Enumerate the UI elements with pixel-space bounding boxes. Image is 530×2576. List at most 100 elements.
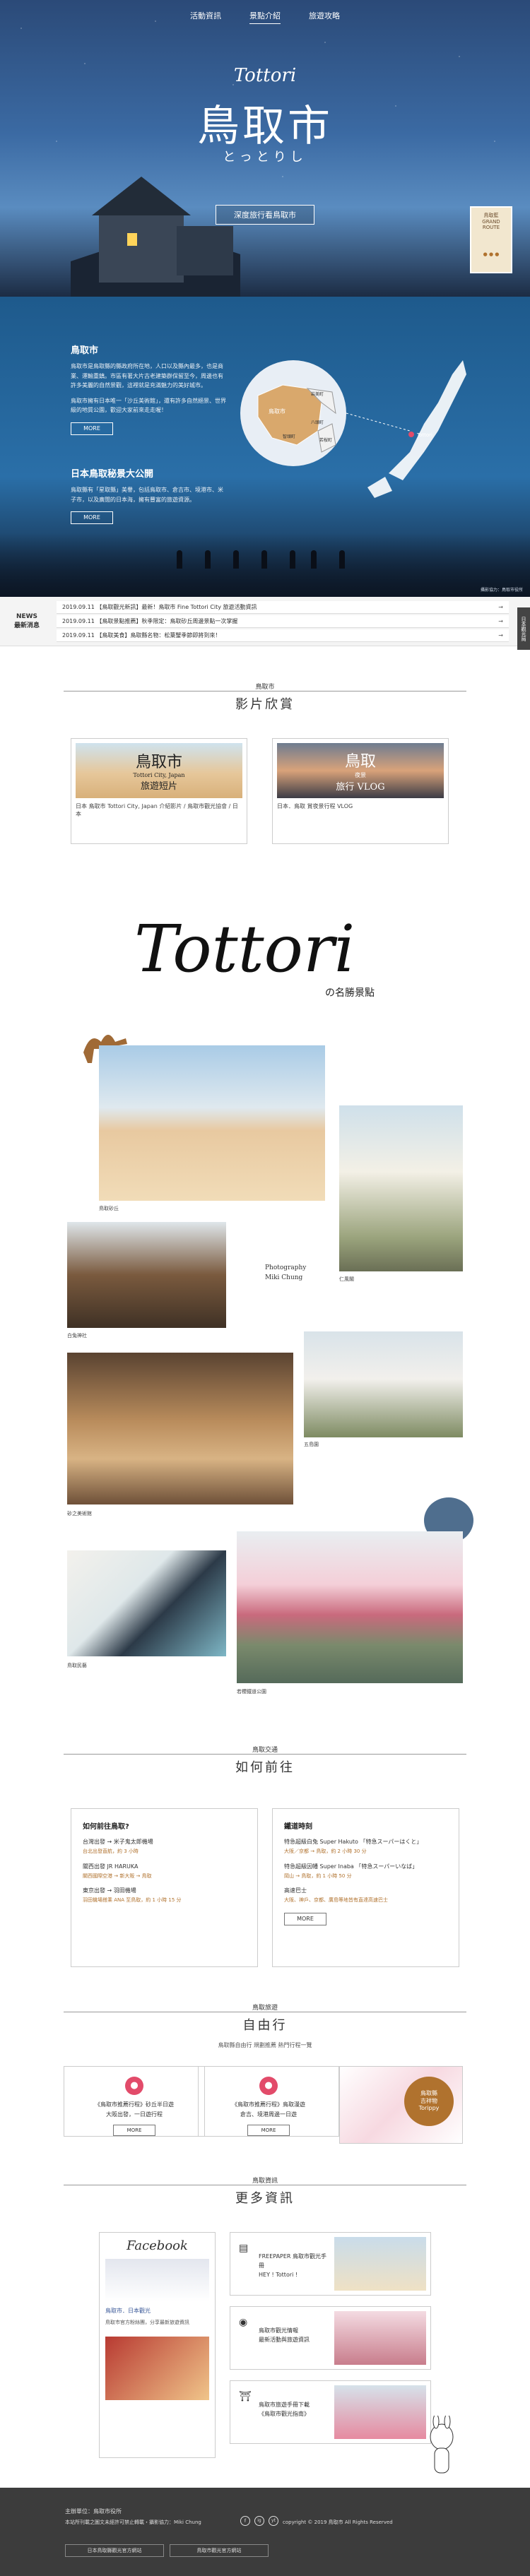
news-row[interactable]: 2019.09.11 【鳥取景點推薦】秋季限定：鳥取砂丘周邊景點一次掌握 → (57, 615, 509, 628)
video-thumb[interactable]: 鳥取市 Tottori City, Japan 旅遊短片 (76, 743, 242, 798)
instagram-icon[interactable]: ig (254, 2516, 264, 2526)
video-heading: 鳥取市 影片欣賞 (64, 678, 466, 713)
map-label-1: 岩美町 (311, 391, 324, 397)
news-row-text: 2019.09.11 【鳥取觀光新訊】最新！鳥取市 Fine Tottori C… (62, 604, 257, 610)
photo-label: 五島園 (304, 1442, 319, 1447)
intro-block-secret: 日本鳥取秘景大公開 鳥取縣有「星取縣」美譽，包括鳥取市、倉吉市、境港市、米子市，… (71, 466, 226, 525)
footer-link-pref[interactable]: 日本鳥取縣觀光官方網站 (65, 2544, 164, 2557)
photo-sand-museum[interactable] (67, 1353, 293, 1504)
video-thumb-tag: 旅遊短片 (140, 781, 177, 792)
facebook-page-name[interactable]: 鳥取市．日本觀光 (100, 2307, 215, 2315)
info-card[interactable]: ⛩ 鳥取市旅遊手冊下載 《鳥取市觀光指南》 (230, 2380, 431, 2444)
video-heading-small: 鳥取市 (249, 682, 281, 691)
info-card[interactable]: ◉ 鳥取市觀光情報 最新活動與旅遊資訊 (230, 2306, 431, 2370)
spots-script-title: Tottori (134, 911, 355, 987)
intro-text-city: 鳥取市是鳥取縣的縣政府所在地，人口以及縣內最多，也是商業、運輸重鎮。市區有著大片… (71, 363, 223, 389)
intro-title-secret: 日本鳥取秘景大公開 (71, 469, 154, 480)
tottori-map: 鳥取市 岩美町 八頭町 若桜町 智頭町 Tottori (240, 360, 466, 498)
nav-item-spots[interactable]: 景點介紹 (249, 10, 281, 24)
nav-item-guide[interactable]: 旅遊攻略 (309, 10, 340, 24)
intro-more-button-2[interactable]: MORE (71, 511, 113, 525)
intro-title-city: 鳥取市 (71, 345, 99, 356)
access-heading-small: 鳥取交通 (246, 1745, 283, 1754)
video-caption: 日本．鳥取 賞夜景行程 VLOG (277, 803, 353, 809)
info-card-text: FREEPAPER 鳥取市觀光手冊 HEY ! Tottori ! (259, 2253, 327, 2278)
social-links: f ig yt (240, 2516, 278, 2526)
access-more-button[interactable]: MORE (284, 1912, 326, 1925)
info-card[interactable]: ▤ FREEPAPER 鳥取市觀光手冊 HEY ! Tottori ! (230, 2232, 431, 2296)
youtube-icon[interactable]: yt (269, 2516, 278, 2526)
tour-card[interactable]: ● 《鳥取市推薦行程》鳥取漫遊 倉吉、境港周邊一日遊 MORE (198, 2066, 339, 2137)
pin-icon: ● (125, 2077, 143, 2095)
photo-label: 若櫻鐵道公園 (237, 1689, 266, 1694)
access-item: 特急超級白兔 Super Hakuto 「特急スーパーはくと」 (284, 1839, 423, 1845)
access-route-title: 如何前往鳥取? (83, 1823, 129, 1831)
video-thumb-sub: Tottori City, Japan (133, 772, 185, 778)
info-heading: 鳥取資訊 更多資訊 (64, 2172, 466, 2207)
logo-jp: 鳥取市 (197, 102, 333, 151)
camera-icon: ◉ (239, 2317, 248, 2328)
photo-sand-dunes[interactable] (99, 1045, 325, 1201)
access-item: 關西出發 JR HARUKA (83, 1863, 139, 1870)
spots-title: の名勝景點 (325, 987, 375, 999)
tour-card-sub: 大阪出發，一日遊行程 (106, 2111, 163, 2118)
map-label-2: 八頭町 (311, 420, 324, 425)
photo-jinpukaku[interactable] (339, 1105, 463, 1271)
tour-card-title: 《鳥取市推薦行程》砂丘半日遊 (95, 2101, 174, 2108)
mascot-card[interactable]: 鳥取縣 吉祥物 Torippy (339, 2066, 463, 2144)
video-card[interactable]: 鳥取市 Tottori City, Japan 旅遊短片 日本 鳥取市 Tott… (71, 738, 247, 844)
video-thumb-tag: 旅行 VLOG (336, 782, 385, 793)
side-card-dots: ● ● ● (483, 251, 500, 257)
intro-section: 鳥取市 鳥取市是鳥取縣的縣政府所在地，人口以及縣內最多，也是商業、運輸重鎮。市區… (0, 297, 530, 597)
photo-goshima-en[interactable] (304, 1331, 463, 1437)
photo-label: 白兔神社 (67, 1333, 87, 1339)
intro-text-city-2: 鳥取市擁有日本唯一「沙丘美術館」，還有許多自然絕景、世界級的地質公園，歡迎大家前… (71, 397, 226, 414)
info-card-image (334, 2385, 426, 2439)
tour-more-button[interactable]: MORE (247, 2125, 290, 2136)
access-heading: 鳥取交通 如何前往 (64, 1741, 466, 1776)
access-item-sub: 大阪、神戶、京都、廣島等地皆有直達高速巴士 (284, 1897, 388, 1903)
news-row[interactable]: 2019.09.11 【鳥取觀光新訊】最新！鳥取市 Fine Tottori C… (57, 601, 509, 614)
footer-link-city[interactable]: 鳥取市觀光官方網站 (170, 2544, 269, 2557)
video-thumb[interactable]: 鳥取 夜景 旅行 VLOG (277, 743, 444, 798)
video-thumb-sub: 夜景 (355, 772, 366, 778)
info-heading-small: 鳥取資訊 (246, 2176, 283, 2185)
photo-hakuto-shrine[interactable] (67, 1222, 226, 1328)
video-thumb-title: 鳥取 (344, 753, 376, 771)
map-pin-label: Tottori (416, 432, 432, 438)
tour-heading-small: 鳥取旅遊 (246, 2002, 283, 2012)
footer-organizer: 主辦單位：鳥取市役所 (65, 2508, 122, 2515)
intro-block-city: 鳥取市 鳥取市是鳥取縣的縣政府所在地，人口以及縣內最多，也是商業、運輸重鎮。市區… (71, 343, 226, 435)
hero-cta-button[interactable]: 深度旅行看鳥取市 (216, 205, 314, 225)
side-card-text: 鳥取藍 GRAND ROUTE (482, 213, 500, 230)
access-item-sub: 大阪／京都 → 鳥取，約 2 小時 30 分 (284, 1848, 367, 1854)
access-item: 特急超級因幡 Super Inaba 「特急スーパーいなば」 (284, 1863, 418, 1870)
photo-mingei[interactable] (67, 1550, 226, 1656)
video-caption: 日本 鳥取市 Tottori City, Japan 介紹影片 / 鳥取市觀光協… (76, 803, 238, 817)
tour-more-button[interactable]: MORE (113, 2125, 155, 2136)
hero: 活動資訊 景點介紹 旅遊攻略 Tottori 鳥取市 とっとりし 深度旅行看鳥取… (0, 0, 530, 297)
access-item-sub: 台北出發直航，約 3 小時 (83, 1848, 139, 1854)
book-icon: ▤ (239, 2243, 249, 2254)
nav-item-events[interactable]: 活動資訊 (190, 10, 221, 24)
tour-card[interactable]: ● 《鳥取市推薦行程》砂丘半日遊 大阪出發，一日遊行程 MORE (64, 2066, 205, 2137)
intro-more-button[interactable]: MORE (71, 422, 113, 435)
facebook-widget[interactable]: Facebook 鳥取市．日本觀光 鳥取市官方粉絲團，分享最新旅遊資訊 (99, 2232, 216, 2458)
video-card[interactable]: 鳥取 夜景 旅行 VLOG 日本．鳥取 賞夜景行程 VLOG (272, 738, 449, 844)
facebook-post-image[interactable] (105, 2336, 209, 2400)
pin-icon: ● (259, 2077, 278, 2095)
side-tab[interactable]: 日本觀光局 (517, 607, 530, 650)
arrow-icon: → (498, 618, 503, 624)
access-item-sub: 岡山 → 鳥取，約 1 小時 50 分 (284, 1872, 352, 1879)
tour-card-sub: 倉吉、境港周邊一日遊 (240, 2111, 297, 2118)
news-row[interactable]: 2019.09.11 【鳥取美食】鳥取縣名物：松葉蟹季節即將到來！ → (57, 629, 509, 642)
side-promo-card[interactable]: 鳥取藍 GRAND ROUTE ● ● ● (470, 206, 512, 273)
facebook-icon[interactable]: f (240, 2516, 250, 2526)
tour-desc: 鳥取縣自由行 規劃推薦 熱門行程一覽 (218, 2042, 312, 2048)
photo-cherry-park[interactable] (237, 1531, 463, 1683)
info-card-image (334, 2237, 426, 2291)
access-heading-big: 如何前往 (225, 1757, 305, 1776)
torii-icon: ⛩ (239, 2391, 252, 2402)
tour-card-title: 《鳥取市推薦行程》鳥取漫遊 (232, 2101, 305, 2108)
info-card-text: 鳥取市觀光情報 最新活動與旅遊資訊 (259, 2327, 310, 2343)
